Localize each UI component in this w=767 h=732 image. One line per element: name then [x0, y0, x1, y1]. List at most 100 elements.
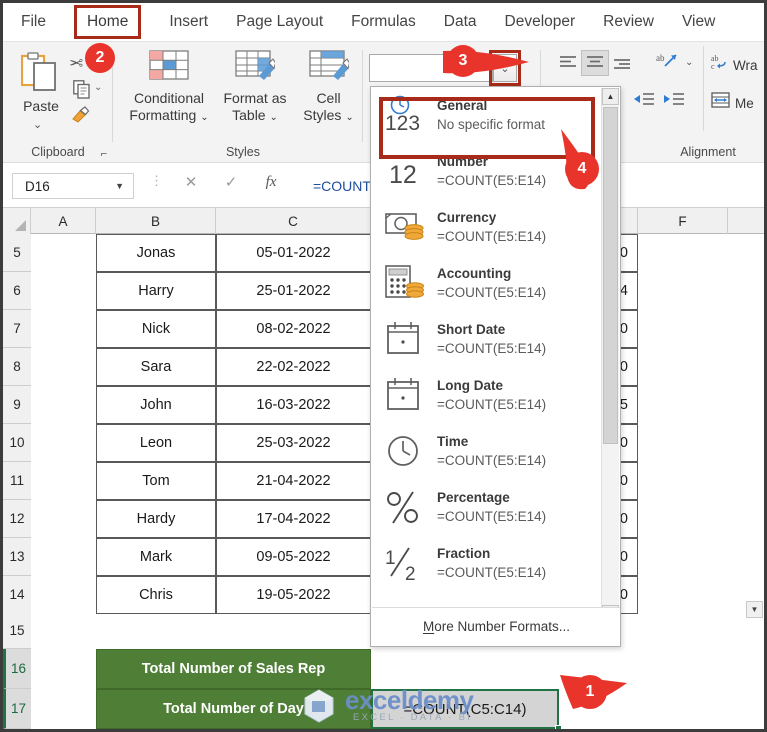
format-as-table-label-line2: Table ⌄ — [232, 107, 278, 123]
insert-function-fx-icon[interactable]: fx — [251, 174, 291, 191]
tab-formulas[interactable]: Formulas — [351, 7, 416, 37]
alignment-group-label: Alignment — [680, 145, 736, 159]
conditional-formatting-button[interactable]: Conditional Formatting ⌄ — [123, 50, 215, 126]
cell-c14[interactable]: 19-05-2022 — [216, 576, 371, 614]
scroll-down-arrow-icon: ▼ — [750, 605, 759, 614]
cancel-formula-icon[interactable]: ✕ — [171, 173, 211, 191]
cell-c6[interactable]: 25-01-2022 — [216, 272, 371, 310]
cell-b5[interactable]: Jonas — [96, 234, 216, 272]
number-format-item-title: Long Date — [437, 377, 503, 393]
row-header-9[interactable]: 9 — [3, 386, 31, 424]
column-header-c[interactable]: C — [216, 208, 371, 234]
cell-c13[interactable]: 09-05-2022 — [216, 538, 371, 576]
copy-icon[interactable] — [73, 80, 90, 99]
align-left-icon[interactable] — [559, 54, 577, 73]
paste-icon[interactable] — [20, 52, 59, 96]
tab-insert[interactable]: Insert — [169, 7, 208, 37]
row-header-11[interactable]: 11 — [3, 462, 31, 500]
svg-text:c: c — [711, 62, 715, 71]
decrease-indent-icon[interactable] — [633, 92, 655, 111]
cell-b6[interactable]: Harry — [96, 272, 216, 310]
column-header-b[interactable]: B — [96, 208, 216, 234]
cell-b7[interactable]: Nick — [96, 310, 216, 348]
cell-b11[interactable]: Tom — [96, 462, 216, 500]
cell-styles-label-line2: Styles ⌄ — [303, 107, 354, 123]
select-all-corner[interactable] — [3, 208, 31, 234]
orientation-icon[interactable]: ab — [656, 52, 680, 75]
align-center-icon[interactable] — [586, 54, 604, 73]
number-format-item-fraction[interactable]: 1 2 Fraction =COUNT(E5:E14) — [371, 535, 603, 591]
tab-developer[interactable]: Developer — [505, 7, 576, 37]
format-as-table-button[interactable]: Format as Table ⌄ — [216, 50, 294, 126]
tab-page-layout[interactable]: Page Layout — [236, 7, 323, 37]
row-header-14[interactable]: 14 — [3, 576, 31, 614]
cell-b9[interactable]: John — [96, 386, 216, 424]
cell-b14[interactable]: Chris — [96, 576, 216, 614]
merge-cells-label[interactable]: Me — [735, 96, 754, 111]
merge-cells-icon[interactable] — [711, 92, 730, 111]
group-divider — [362, 50, 363, 142]
column-header-f[interactable]: F — [638, 208, 728, 234]
format-painter-icon[interactable] — [71, 106, 90, 128]
tab-home[interactable]: Home — [73, 5, 142, 39]
cell-c7[interactable]: 08-02-2022 — [216, 310, 371, 348]
number-format-item-percentage[interactable]: Percentage =COUNT(E5:E14) — [371, 479, 603, 535]
cell-c9[interactable]: 16-03-2022 — [216, 386, 371, 424]
row-header-7[interactable]: 7 — [3, 310, 31, 348]
row-header-10[interactable]: 10 — [3, 424, 31, 462]
tab-file[interactable]: File — [21, 7, 46, 37]
number-format-item-short-date[interactable]: Short Date =COUNT(E5:E14) — [371, 311, 603, 367]
number-format-item-currency[interactable]: Currency =COUNT(E5:E14) — [371, 199, 603, 255]
format-as-table-icon — [216, 50, 294, 85]
cell-b12[interactable]: Hardy — [96, 500, 216, 538]
clipboard-dialog-launcher-icon[interactable]: ⌐ — [101, 148, 107, 160]
cell-c10[interactable]: 25-03-2022 — [216, 424, 371, 462]
orientation-chevron-down-icon[interactable]: ⌄ — [685, 58, 693, 68]
cell-c5[interactable]: 05-01-2022 — [216, 234, 371, 272]
wrap-text-label[interactable]: Wra — [733, 58, 758, 73]
row-header-12[interactable]: 12 — [3, 500, 31, 538]
more-number-formats-item[interactable]: More Number Formats... — [372, 607, 620, 645]
formula-bar-grip[interactable]: ⋮ — [150, 174, 163, 187]
vertical-scroll-down-button[interactable]: ▼ — [746, 601, 763, 618]
cell-c12[interactable]: 17-04-2022 — [216, 500, 371, 538]
cell-b8[interactable]: Sara — [96, 348, 216, 386]
row-header-16[interactable]: 16 — [3, 649, 31, 689]
tab-review[interactable]: Review — [603, 7, 654, 37]
number-format-item-title: Short Date — [437, 321, 506, 337]
cell-styles-button[interactable]: Cell Styles ⌄ — [294, 50, 363, 126]
align-right-icon[interactable] — [613, 58, 631, 74]
name-box-chevron-down-icon[interactable]: ▼ — [115, 181, 133, 191]
number-format-item-time[interactable]: Time =COUNT(E5:E14) — [371, 423, 603, 479]
paste-dropdown-chevron-icon[interactable]: ⌄ — [33, 118, 42, 131]
number-format-item-accounting[interactable]: Accounting =COUNT(E5:E14) — [371, 255, 603, 311]
number-format-item-sample: =COUNT(E5:E14) — [437, 508, 547, 524]
name-box[interactable]: D16 ▼ — [12, 173, 134, 199]
number-format-item-title: Currency — [437, 209, 497, 225]
increase-indent-icon[interactable] — [663, 92, 685, 111]
number-format-item-long-date[interactable]: Long Date =COUNT(E5:E14) — [371, 367, 603, 423]
total-sales-rep-label-cell[interactable]: Total Number of Sales Rep — [96, 649, 371, 689]
column-header-a[interactable]: A — [31, 208, 96, 234]
row-header-8[interactable]: 8 — [3, 348, 31, 386]
tab-data[interactable]: Data — [444, 7, 477, 37]
wrap-text-icon[interactable]: ab c — [711, 54, 729, 74]
cell-b13[interactable]: Mark — [96, 538, 216, 576]
cell-c11[interactable]: 21-04-2022 — [216, 462, 371, 500]
cell-c8[interactable]: 22-02-2022 — [216, 348, 371, 386]
clipboard-chevron-down-icon[interactable]: ⌄ — [94, 82, 102, 93]
selection-fill-handle[interactable] — [555, 725, 562, 729]
row-header-5[interactable]: 5 — [3, 234, 31, 272]
cell-b10[interactable]: Leon — [96, 424, 216, 462]
row-header-13[interactable]: 13 — [3, 538, 31, 576]
tab-view[interactable]: View — [682, 7, 715, 37]
paste-button-label[interactable]: Paste — [11, 98, 71, 114]
row-header-6[interactable]: 6 — [3, 272, 31, 310]
row-header-17[interactable]: 17 — [3, 689, 31, 729]
dropdown-scroll-up-button[interactable]: ▲ — [602, 88, 619, 105]
exceldemy-logo-icon — [304, 689, 334, 723]
general-123-icon: 123 — [381, 92, 431, 138]
row-header-15[interactable]: 15 — [3, 613, 31, 649]
scissors-icon[interactable]: ✂ — [69, 54, 83, 74]
enter-formula-icon[interactable]: ✓ — [211, 173, 251, 191]
